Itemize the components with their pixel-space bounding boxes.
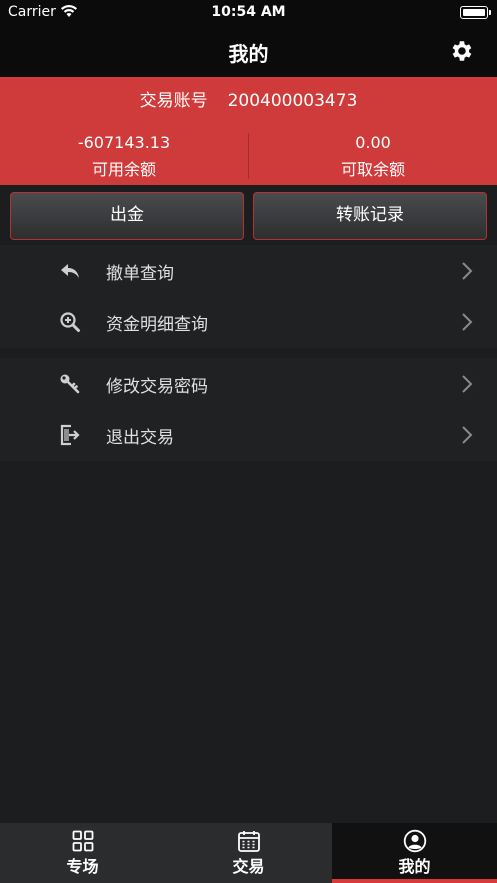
withdrawable-balance: 0.00 可取余额 xyxy=(249,127,497,185)
tab-trade[interactable]: 交易 xyxy=(166,823,331,883)
tab-label: 我的 xyxy=(398,857,431,876)
key-icon xyxy=(60,374,80,394)
menu-item-cancel-order-query[interactable]: 撤单查询 xyxy=(0,245,497,297)
calendar-icon xyxy=(237,831,260,852)
withdraw-button[interactable]: 出金 xyxy=(10,192,244,240)
logout-icon xyxy=(60,424,80,446)
chevron-right-icon xyxy=(462,375,473,393)
grid-icon xyxy=(72,830,93,852)
user-circle-icon xyxy=(403,829,426,853)
tab-special[interactable]: 专场 xyxy=(0,823,165,883)
menu-item-label: 资金明细查询 xyxy=(106,315,208,335)
menu-item-fund-detail-query[interactable]: 资金明细查询 xyxy=(0,296,497,348)
chevron-right-icon xyxy=(462,313,473,331)
tab-mine[interactable]: 我的 xyxy=(332,823,497,883)
available-balance: -607143.13 可用余额 xyxy=(0,127,248,185)
tab-label: 专场 xyxy=(66,857,99,876)
gear-icon[interactable] xyxy=(448,38,474,64)
navigation-bar: 我的 xyxy=(0,26,497,77)
chevron-right-icon xyxy=(462,426,473,444)
page-title: 我的 xyxy=(228,42,269,66)
menu-group-queries: 撤单查询 资金明细查询 xyxy=(0,245,497,348)
available-balance-label: 可用余额 xyxy=(91,160,156,179)
zoom-in-icon xyxy=(60,312,80,332)
clock: 10:54 AM xyxy=(211,4,286,20)
account-panel: 交易账号 200400003473 -607143.13 可用余额 0.00 可取… xyxy=(0,77,497,185)
menu-item-label: 修改交易密码 xyxy=(106,377,208,397)
account-row: 交易账号 200400003473 xyxy=(0,86,497,111)
chevron-right-icon xyxy=(462,262,473,280)
available-balance-value: -607143.13 xyxy=(77,133,171,152)
tab-label: 交易 xyxy=(232,857,265,876)
menu-group-account: 修改交易密码 退出交易 xyxy=(0,358,497,461)
menu-item-label: 退出交易 xyxy=(106,428,174,448)
withdrawable-balance-label: 可取余额 xyxy=(340,160,405,179)
action-buttons: 出金 转账记录 xyxy=(0,185,497,245)
menu-item-label: 撤单查询 xyxy=(106,264,174,284)
tab-bar: 专场 交易 我的 xyxy=(0,823,497,883)
battery-icon xyxy=(460,6,491,19)
balances: -607143.13 可用余额 0.00 可取余额 xyxy=(0,127,497,185)
account-number: 200400003473 xyxy=(227,91,358,111)
undo-icon xyxy=(61,264,79,278)
withdrawable-balance-value: 0.00 xyxy=(355,133,391,152)
menu-item-exit-trading[interactable]: 退出交易 xyxy=(0,409,497,461)
account-label: 交易账号 xyxy=(139,91,208,111)
transfer-records-button[interactable]: 转账记录 xyxy=(253,192,487,240)
menu-item-change-password[interactable]: 修改交易密码 xyxy=(0,358,497,410)
active-tab-indicator xyxy=(332,879,497,883)
status-bar: Carrier 10:54 AM xyxy=(0,0,497,26)
